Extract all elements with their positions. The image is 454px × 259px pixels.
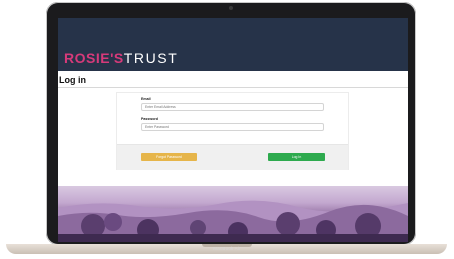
screen: ROSIE'STRUST Log in Email Password Forgo…	[58, 18, 408, 242]
page-title: Log in	[59, 75, 86, 85]
email-field[interactable]	[141, 103, 324, 111]
login-button[interactable]: Log In	[268, 153, 325, 161]
logo-primary-text: ROSIE'S	[64, 50, 124, 66]
form-footer: Forgot Password Log In	[117, 144, 348, 170]
forgot-password-button[interactable]: Forgot Password	[141, 153, 197, 161]
logo-secondary-text: TRUST	[123, 50, 179, 66]
device-brand-label: MacBook Air	[213, 246, 241, 251]
camera-icon	[229, 6, 233, 10]
landscape-banner-image	[58, 186, 408, 242]
title-divider	[58, 87, 408, 88]
password-field[interactable]	[141, 123, 324, 131]
site-logo[interactable]: ROSIE'STRUST	[64, 51, 178, 65]
landscape-hills	[58, 200, 408, 242]
email-label: Email	[141, 97, 151, 101]
login-form: Email Password Forgot Password Log In	[116, 92, 349, 170]
password-label: Password	[141, 117, 158, 121]
site-header: ROSIE'STRUST	[58, 18, 408, 71]
